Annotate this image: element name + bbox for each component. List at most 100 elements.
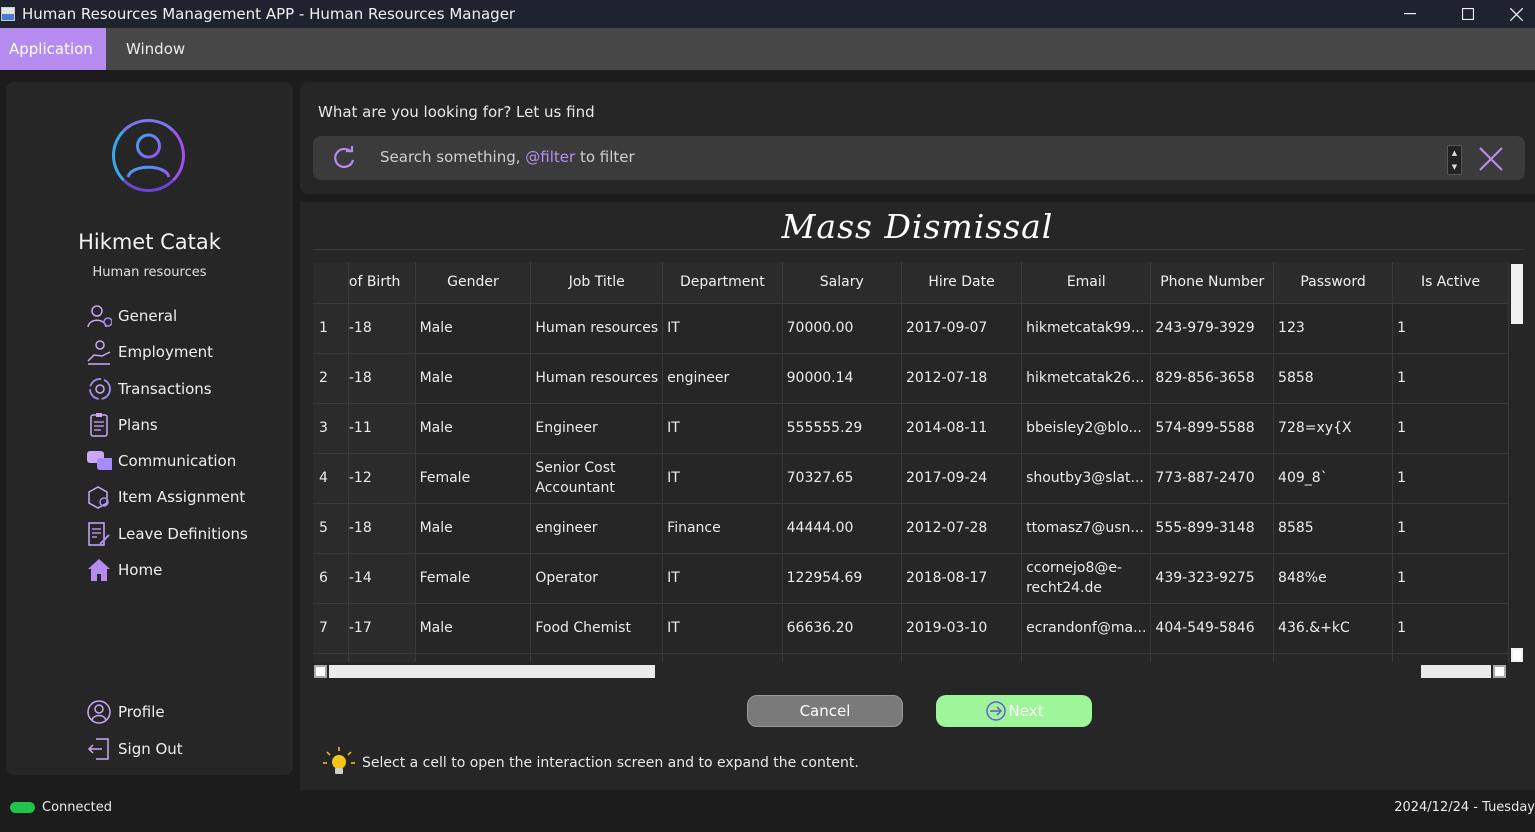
table-cell-password[interactable]: 8585 xyxy=(1273,503,1394,554)
table-cell-email[interactable]: ccornejo8@e-recht24.de xyxy=(1021,553,1152,604)
table-cell-job[interactable]: engineer xyxy=(530,503,664,554)
table-cell-email[interactable]: hikmetcatak99... xyxy=(1021,303,1152,354)
table-cell-salary[interactable]: 66636.20 xyxy=(782,603,902,654)
scroll-right-button[interactable] xyxy=(1493,665,1506,678)
table-cell-email[interactable]: hikmetcatak26... xyxy=(1021,353,1152,404)
horizontal-scroll-track[interactable] xyxy=(1421,665,1491,678)
table-cell-hire[interactable]: 2019-03-10 xyxy=(901,603,1023,654)
table-cell-email[interactable]: shoutby3@slat... xyxy=(1021,453,1152,504)
vertical-scrollbar[interactable] xyxy=(1509,262,1525,662)
nav-leave-definitions[interactable]: Leave Definitions xyxy=(86,520,248,548)
table-cell-email[interactable]: ttomasz7@usn... xyxy=(1021,503,1152,554)
table-cell-job[interactable]: Operator xyxy=(530,553,664,604)
table-cell-phone[interactable]: 404-549-5846 xyxy=(1150,603,1275,654)
table-cell-active[interactable]: 1 xyxy=(1392,303,1509,354)
table-cell-salary[interactable]: 555555.29 xyxy=(782,403,902,454)
table-row[interactable]: 5 -18 Male engineer Finance 44444.00 2012-07-2… xyxy=(313,503,1509,554)
table-cell[interactable] xyxy=(348,653,416,662)
table-cell-hire[interactable]: 2018-08-17 xyxy=(901,553,1023,604)
table-cell-active[interactable]: 1 xyxy=(1392,403,1509,454)
table-cell[interactable] xyxy=(662,653,783,662)
scroll-down-button[interactable] xyxy=(1511,648,1523,662)
table-cell-hire[interactable]: 2012-07-18 xyxy=(901,353,1023,404)
table-cell-password[interactable]: 123 xyxy=(1273,303,1394,354)
table-cell-job[interactable]: Human resources xyxy=(530,303,664,354)
table-cell-password[interactable]: 409_8` xyxy=(1273,453,1394,504)
table-cell-dept[interactable]: IT xyxy=(662,403,783,454)
table-cell[interactable] xyxy=(415,653,532,662)
table-cell[interactable] xyxy=(1021,653,1152,662)
table-cell-password[interactable]: 728=xy{X xyxy=(1273,403,1394,454)
column-header[interactable]: Email xyxy=(1021,262,1152,304)
table-cell-email[interactable]: bbeisley2@blo... xyxy=(1021,403,1152,454)
menu-application[interactable]: Application xyxy=(0,28,106,70)
column-header[interactable]: Salary xyxy=(782,262,902,304)
horizontal-scrollbar[interactable] xyxy=(313,664,1525,679)
maximize-button[interactable] xyxy=(1439,0,1497,28)
table-row[interactable]: 2 -18 Male Human resources engineer 90000.14 2… xyxy=(313,353,1509,404)
column-header[interactable]: Gender xyxy=(415,262,532,304)
table-cell-salary[interactable]: 70000.00 xyxy=(782,303,902,354)
search-box[interactable]: Search something, @filter to filter ▲ ▼ xyxy=(313,136,1525,180)
table-cell-dept[interactable]: IT xyxy=(662,553,783,604)
nav-home[interactable]: Home xyxy=(86,556,162,584)
nav-profile[interactable]: Profile xyxy=(86,698,165,726)
nav-transactions[interactable]: Transactions xyxy=(86,375,212,403)
table-cell-phone[interactable]: 243-979-3929 xyxy=(1150,303,1275,354)
search-input[interactable]: Search something, @filter to filter xyxy=(380,148,635,166)
table-cell-hire[interactable]: 2017-09-24 xyxy=(901,453,1023,504)
table-row[interactable]: 7 -17 Male Food Chemist IT 66636.20 2019-03-10… xyxy=(313,603,1509,654)
column-header[interactable]: Job Title xyxy=(530,262,664,304)
table-cell-email[interactable]: ecrandonf@ma... xyxy=(1021,603,1152,654)
nav-item-assignment[interactable]: Item Assignment xyxy=(86,483,245,511)
row-number[interactable] xyxy=(313,653,349,662)
table-cell-hire[interactable]: 2017-09-07 xyxy=(901,303,1023,354)
table-cell-active[interactable]: 1 xyxy=(1392,453,1509,504)
refresh-icon[interactable] xyxy=(331,146,359,170)
column-header[interactable]: Phone Number xyxy=(1150,262,1275,304)
column-header[interactable]: Password xyxy=(1273,262,1394,304)
column-header[interactable]: of Birth xyxy=(348,262,416,304)
nav-communication[interactable]: Communication xyxy=(86,447,236,475)
spinner-up-icon[interactable]: ▲ xyxy=(1448,146,1461,160)
table-cell-active[interactable]: 1 xyxy=(1392,603,1509,654)
table-cell[interactable] xyxy=(782,653,902,662)
table-cell[interactable] xyxy=(530,653,664,662)
table-cell-active[interactable]: 1 xyxy=(1392,553,1509,604)
table-cell-password[interactable]: 848%e xyxy=(1273,553,1394,604)
nav-plans[interactable]: Plans xyxy=(86,411,158,439)
table-cell[interactable] xyxy=(1150,653,1275,662)
next-button[interactable]: Next xyxy=(936,695,1092,727)
table-cell-gender[interactable]: Male xyxy=(415,403,532,454)
table-cell-gender[interactable]: Male xyxy=(415,353,532,404)
table-cell-gender[interactable]: Male xyxy=(415,603,532,654)
table-cell-salary[interactable]: 122954.69 xyxy=(782,553,902,604)
table-cell-gender[interactable]: Male xyxy=(415,303,532,354)
table-cell-dob[interactable]: -18 xyxy=(348,503,416,554)
scroll-left-button[interactable] xyxy=(314,665,327,678)
clear-search-button[interactable] xyxy=(1477,145,1505,173)
row-number[interactable]: 1 xyxy=(313,303,349,354)
table-cell[interactable] xyxy=(901,653,1023,662)
row-number[interactable]: 4 xyxy=(313,453,349,504)
column-header[interactable]: Hire Date xyxy=(901,262,1023,304)
close-window-button[interactable] xyxy=(1497,0,1535,28)
table-cell-dob[interactable]: -18 xyxy=(348,303,416,354)
horizontal-scroll-thumb[interactable] xyxy=(655,665,1421,678)
table-cell-job[interactable]: Food Chemist xyxy=(530,603,664,654)
table-row[interactable]: 3 -11 Male Engineer IT 555555.29 2014-08-11 bbe… xyxy=(313,403,1509,454)
table-row[interactable]: 1 -18 Male Human resources IT 70000.00 2017-09… xyxy=(313,303,1509,354)
table-cell-dob[interactable]: -18 xyxy=(348,353,416,404)
search-spinner[interactable]: ▲ ▼ xyxy=(1447,145,1462,175)
table-cell-dob[interactable]: -11 xyxy=(348,403,416,454)
table-cell-password[interactable]: 436.&+kC xyxy=(1273,603,1394,654)
nav-employment[interactable]: Employment xyxy=(86,338,213,366)
table-cell-salary[interactable]: 44444.00 xyxy=(782,503,902,554)
table-cell-job[interactable]: Senior Cost Accountant xyxy=(530,453,664,504)
table-cell-hire[interactable]: 2012-07-28 xyxy=(901,503,1023,554)
table-cell-gender[interactable]: Female xyxy=(415,453,532,504)
table-cell-active[interactable]: 1 xyxy=(1392,503,1509,554)
avatar[interactable] xyxy=(112,119,185,192)
table-cell[interactable] xyxy=(1273,653,1394,662)
table-cell-dept[interactable]: IT xyxy=(662,603,783,654)
